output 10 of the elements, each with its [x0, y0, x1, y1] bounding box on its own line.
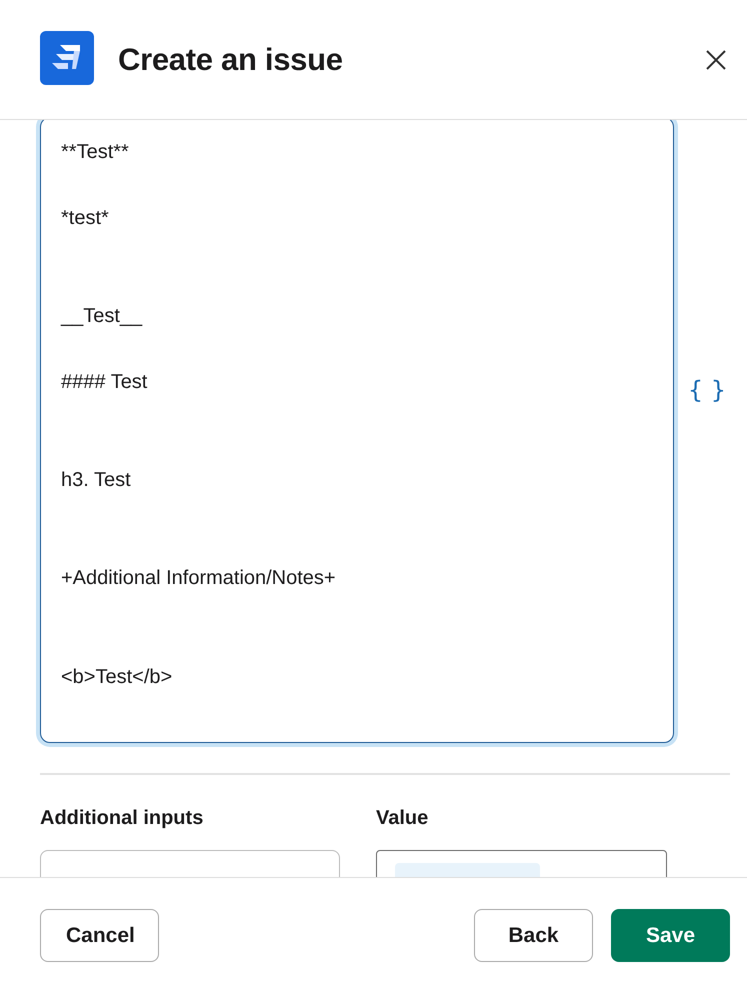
footer-button[interactable]: Cancel: [40, 909, 159, 962]
close-button[interactable]: [705, 48, 727, 70]
insert-variable-button[interactable]: { }: [684, 376, 730, 404]
field-label: Value: [376, 807, 430, 830]
dialog-title: Create an issue: [118, 42, 344, 78]
app-logo-icon: [40, 31, 94, 85]
footer-button[interactable]: Save: [611, 909, 730, 962]
close-icon: [705, 48, 727, 70]
field-label: Additional inputs: [40, 807, 204, 830]
footer-button[interactable]: Back: [474, 909, 593, 962]
